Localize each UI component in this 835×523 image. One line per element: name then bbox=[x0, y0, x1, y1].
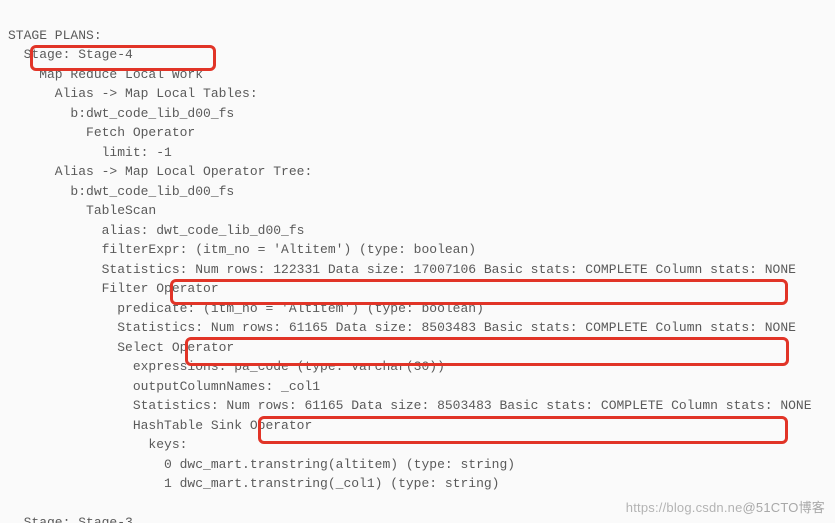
line-tablescan-statistics: Statistics: Num rows: 122331 Data size: … bbox=[8, 262, 796, 277]
line-alias-tables-entry: b:dwt_code_lib_d00_fs bbox=[8, 106, 234, 121]
line-filter-statistics: Statistics: Num rows: 61165 Data size: 8… bbox=[8, 320, 796, 335]
line-stage-plans: STAGE PLANS: bbox=[8, 28, 102, 43]
line-key-1: 1 dwc_mart.transtring(_col1) (type: stri… bbox=[8, 476, 499, 491]
line-hashtable-sink-operator: HashTable Sink Operator bbox=[8, 418, 312, 433]
line-select-expressions: expressions: pa_code (type: varchar(30)) bbox=[8, 359, 445, 374]
line-fetch-operator: Fetch Operator bbox=[8, 125, 195, 140]
line-keys: keys: bbox=[8, 437, 187, 452]
line-stage-3: Stage: Stage-3 bbox=[8, 515, 133, 523]
line-limit: limit: -1 bbox=[8, 145, 172, 160]
line-filter-operator: Filter Operator bbox=[8, 281, 219, 296]
line-map-reduce-local-work: Map Reduce Local Work bbox=[8, 67, 203, 82]
watermark: https://blog.csdn.ne@51CTO博客 bbox=[626, 498, 825, 518]
line-key-0: 0 dwc_mart.transtring(altitem) (type: st… bbox=[8, 457, 515, 472]
line-select-output-columns: outputColumnNames: _col1 bbox=[8, 379, 320, 394]
line-alias-map-local-operator-tree: Alias -> Map Local Operator Tree: bbox=[8, 164, 312, 179]
line-select-operator: Select Operator bbox=[8, 340, 234, 355]
watermark-right: @51CTO博客 bbox=[743, 500, 825, 515]
line-alias-map-local-tables: Alias -> Map Local Tables: bbox=[8, 86, 258, 101]
explain-plan-output: STAGE PLANS: Stage: Stage-4 Map Reduce L… bbox=[0, 0, 835, 523]
line-stage-4: Stage: Stage-4 bbox=[8, 47, 133, 62]
line-select-statistics: Statistics: Num rows: 61165 Data size: 8… bbox=[8, 398, 812, 413]
watermark-left: https://blog.csdn.ne bbox=[626, 500, 743, 515]
line-tablescan-alias: alias: dwt_code_lib_d00_fs bbox=[8, 223, 304, 238]
line-tablescan-filterexpr: filterExpr: (itm_no = 'Altitem') (type: … bbox=[8, 242, 476, 257]
line-filter-predicate: predicate: (itm_no = 'Altitem') (type: b… bbox=[8, 301, 484, 316]
line-alias-tree-entry: b:dwt_code_lib_d00_fs bbox=[8, 184, 234, 199]
line-tablescan: TableScan bbox=[8, 203, 156, 218]
